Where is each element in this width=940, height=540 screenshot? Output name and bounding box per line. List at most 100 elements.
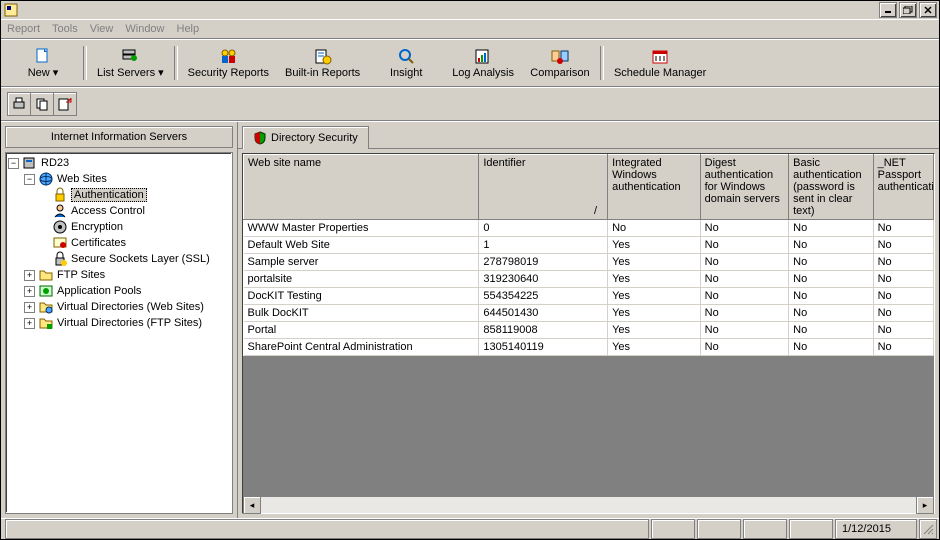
table-row[interactable]: WWW Master Properties0NoNoNoNo (244, 220, 934, 237)
toolbar-security-reports-label: Security Reports (188, 67, 269, 79)
vdir-icon (38, 299, 54, 315)
menu-window[interactable]: Window (125, 23, 164, 35)
table-cell: 644501430 (479, 305, 608, 322)
table-cell: No (700, 322, 789, 339)
menu-help[interactable]: Help (177, 23, 200, 35)
col-netpassport[interactable]: _NET Passport authentication (873, 155, 933, 220)
expander-plus-icon[interactable]: + (24, 318, 35, 329)
expander-plus-icon[interactable]: + (24, 270, 35, 281)
expander-plus-icon[interactable]: + (24, 302, 35, 313)
small-btn-print[interactable] (8, 93, 31, 115)
scroll-track[interactable] (261, 497, 916, 513)
expander-minus-icon[interactable]: − (24, 174, 35, 185)
menu-report[interactable]: Report (7, 23, 40, 35)
table-cell: No (789, 271, 873, 288)
scroll-left-button[interactable]: ◂ (243, 496, 261, 514)
tree-websites[interactable]: − Web Sites (6, 171, 232, 187)
tab-directory-security[interactable]: Directory Security (242, 126, 369, 149)
table-row[interactable]: Default Web Site1YesNoNoNo (244, 237, 934, 254)
tree-encryption-label: Encryption (71, 221, 123, 233)
tree-app-pools[interactable]: + Application Pools (6, 283, 232, 299)
table-cell: Yes (608, 271, 701, 288)
scroll-right-button[interactable]: ▸ (916, 496, 934, 514)
tree-app-pools-label: Application Pools (57, 285, 141, 297)
toolbar-insight[interactable]: Insight (368, 44, 444, 82)
insight-icon (397, 48, 415, 66)
tree-vdir-web-label: Virtual Directories (Web Sites) (57, 301, 204, 313)
restore-button[interactable] (899, 2, 917, 18)
col-basic[interactable]: Basic authentication (password is sent i… (789, 155, 873, 220)
body: Internet Information Servers − RD23 − We… (1, 121, 939, 518)
tree-root[interactable]: − RD23 (6, 155, 232, 171)
menu-view[interactable]: View (90, 23, 114, 35)
tree-encryption[interactable]: Encryption (6, 219, 232, 235)
table-cell: Bulk DocKIT (244, 305, 479, 322)
status-date: 1/12/2015 (835, 519, 917, 539)
table-cell: Sample server (244, 254, 479, 271)
small-toolbar (1, 87, 939, 121)
toolbar-new[interactable]: New ▾ (5, 44, 81, 82)
table-row[interactable]: Portal858119008YesNoNoNo (244, 322, 934, 339)
dropdown-arrow-icon: ▾ (158, 67, 164, 79)
vdir-ftp-icon (38, 315, 54, 331)
status-cell-1 (651, 519, 695, 539)
tree-vdir-ftp[interactable]: + Virtual Directories (FTP Sites) (6, 315, 232, 331)
shield-icon (253, 131, 267, 145)
col-iwa[interactable]: Integrated Windows authentication (608, 155, 701, 220)
tree-access-control[interactable]: Access Control (6, 203, 232, 219)
ssl-icon (52, 251, 68, 267)
small-btn-copy[interactable] (31, 93, 54, 115)
right-pane: Directory Security Web site name Identif… (238, 122, 939, 518)
resize-grip[interactable] (919, 519, 937, 539)
toolbar-list-servers[interactable]: List Servers ▾ (89, 44, 172, 82)
expander-plus-icon[interactable]: + (24, 286, 35, 297)
tree-authentication[interactable]: Authentication (6, 187, 232, 203)
table-cell: No (873, 220, 933, 237)
table-cell: No (608, 220, 701, 237)
toolbar-security-reports[interactable]: Security Reports (180, 44, 277, 82)
col-digest[interactable]: Digest authentication for Windows domain… (700, 155, 789, 220)
apppool-icon (38, 283, 54, 299)
dropdown-arrow-icon: ▾ (53, 67, 59, 79)
menu-tools[interactable]: Tools (52, 23, 78, 35)
tree-vdir-web[interactable]: + Virtual Directories (Web Sites) (6, 299, 232, 315)
titlebar (1, 1, 939, 20)
data-grid[interactable]: Web site name Identifier/ Integrated Win… (243, 154, 934, 356)
tree-ftp-sites[interactable]: + FTP Sites (6, 267, 232, 283)
table-cell: No (873, 288, 933, 305)
table-row[interactable]: portalsite319230640YesNoNoNo (244, 271, 934, 288)
toolbar-builtin-reports[interactable]: Built-in Reports (277, 44, 368, 82)
col-identifier[interactable]: Identifier/ (479, 155, 608, 220)
toolbar-comparison[interactable]: Comparison (522, 44, 598, 82)
tree-certificates[interactable]: Certificates (6, 235, 232, 251)
tree-certificates-label: Certificates (71, 237, 126, 249)
tree-ssl[interactable]: Secure Sockets Layer (SSL) (6, 251, 232, 267)
minimize-button[interactable] (879, 2, 897, 18)
expander-minus-icon[interactable]: − (8, 158, 19, 169)
toolbar-schedule-manager[interactable]: Schedule Manager (606, 44, 714, 82)
tree-ftp-sites-label: FTP Sites (57, 269, 105, 281)
horizontal-scrollbar[interactable]: ◂ ▸ (243, 496, 934, 513)
toolbar-builtin-reports-label: Built-in Reports (285, 67, 360, 79)
table-cell: Yes (608, 322, 701, 339)
table-cell: WWW Master Properties (244, 220, 479, 237)
table-row[interactable]: SharePoint Central Administration1305140… (244, 339, 934, 356)
close-button[interactable] (919, 2, 937, 18)
toolbar-comparison-label: Comparison (530, 67, 589, 79)
builtin-report-icon (314, 48, 332, 66)
tree-view[interactable]: − RD23 − Web Sites Authentication Access… (5, 152, 233, 514)
small-btn-export[interactable] (54, 93, 76, 115)
toolbar-schedule-manager-label: Schedule Manager (614, 67, 706, 79)
table-cell: No (873, 305, 933, 322)
table-row[interactable]: DocKIT Testing554354225YesNoNoNo (244, 288, 934, 305)
table-cell: No (873, 271, 933, 288)
table-cell: Yes (608, 254, 701, 271)
toolbar-log-analysis[interactable]: Log Analysis (444, 44, 522, 82)
folder-icon (38, 267, 54, 283)
table-cell: No (789, 305, 873, 322)
col-website-name[interactable]: Web site name (244, 155, 479, 220)
table-row[interactable]: Bulk DocKIT644501430YesNoNoNo (244, 305, 934, 322)
certificate-icon (52, 235, 68, 251)
grid-empty-area (243, 356, 934, 496)
table-row[interactable]: Sample server278798019YesNoNoNo (244, 254, 934, 271)
